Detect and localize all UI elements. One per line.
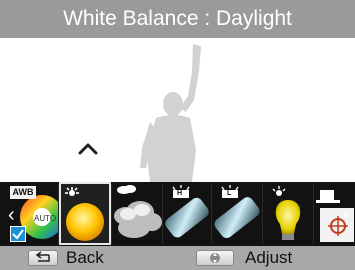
back-label[interactable]: Back xyxy=(66,246,104,270)
wb-option-custom-set[interactable] xyxy=(314,184,355,244)
wb-option-tungsten[interactable] xyxy=(263,184,314,244)
check-icon xyxy=(10,226,26,242)
adjust-label[interactable]: Adjust xyxy=(245,246,292,270)
wb-option-cloudy[interactable] xyxy=(112,184,163,244)
selection-frame xyxy=(59,182,111,245)
awb-badge: AWB xyxy=(10,186,36,199)
wb-option-fluorescent-h[interactable] xyxy=(163,184,212,244)
back-key-icon[interactable] xyxy=(28,250,58,266)
chevron-up-icon[interactable] xyxy=(78,143,98,155)
scroll-left-icon[interactable]: ‹ xyxy=(8,205,15,225)
fluorescent-l-badge: L xyxy=(227,190,232,197)
page-title: White Balance : Daylight xyxy=(0,0,355,38)
wb-option-fluorescent-l[interactable] xyxy=(212,184,263,244)
dpad-key-icon[interactable] xyxy=(196,250,234,266)
scroll-right-icon[interactable]: › xyxy=(342,205,349,225)
fluorescent-h-badge: H xyxy=(177,190,183,197)
auto-label: AUTO xyxy=(34,214,57,223)
camera-screen: White Balance : Daylight AWB AUTO H L ‹ … xyxy=(0,0,355,270)
person-silhouette xyxy=(140,44,201,182)
